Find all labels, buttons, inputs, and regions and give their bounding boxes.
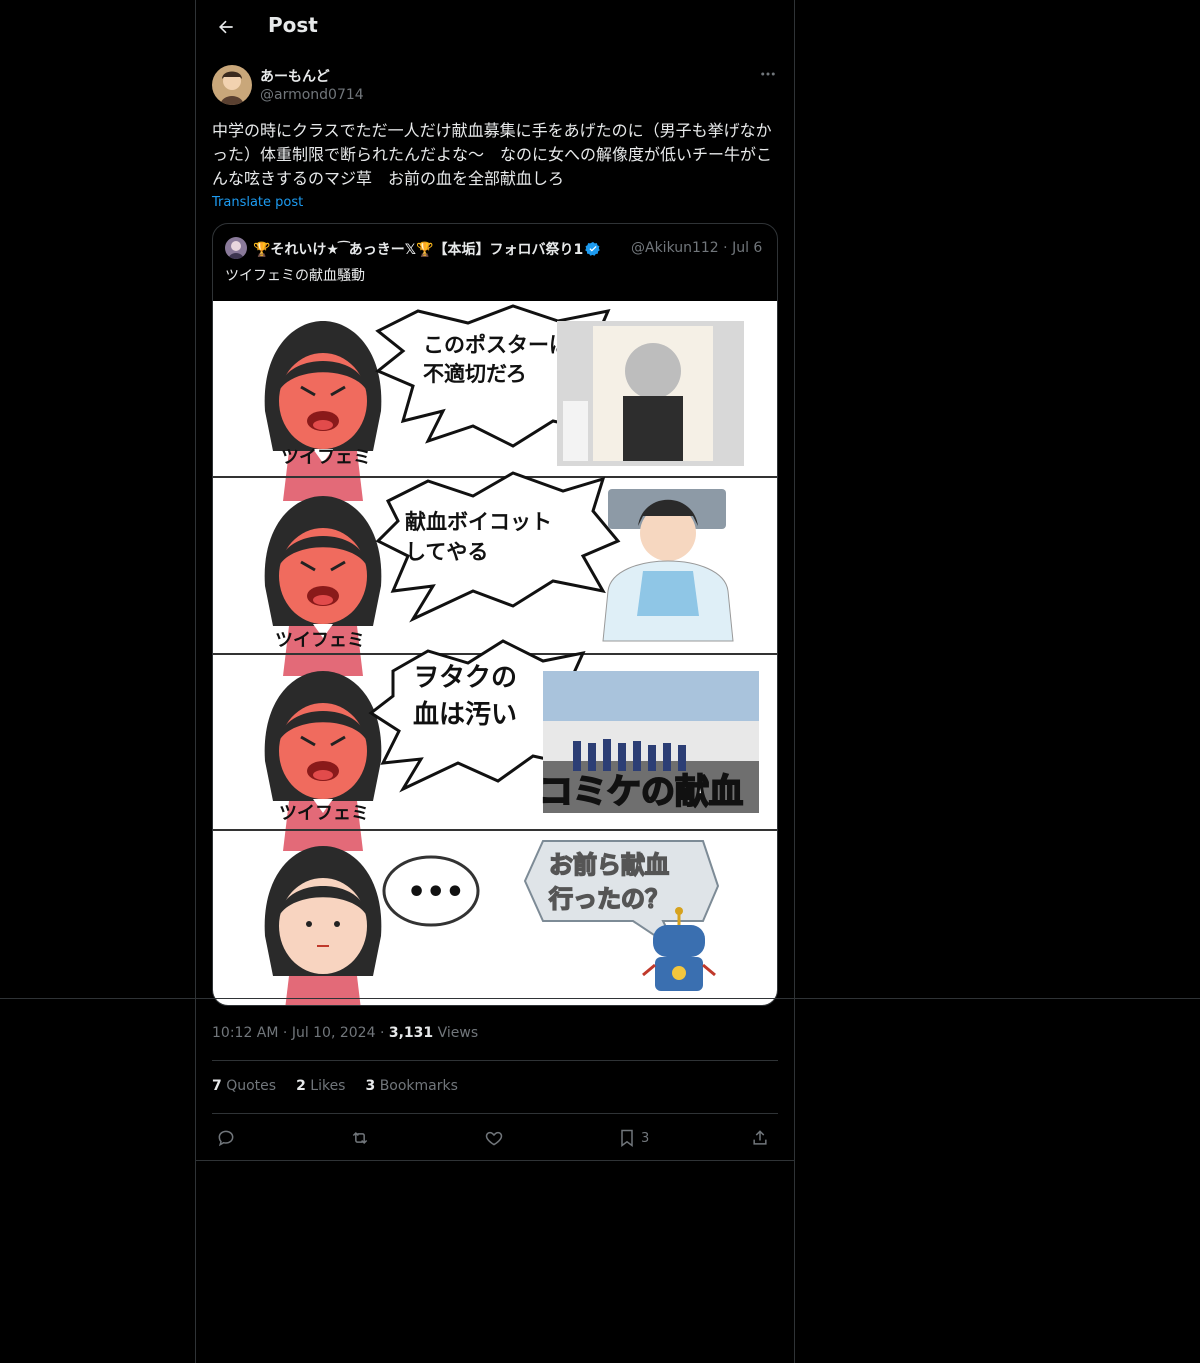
bookmark-count: 3: [641, 1130, 650, 1146]
arrow-left-icon: [219, 20, 233, 34]
views-label: Views: [437, 1025, 479, 1041]
translate-post-link[interactable]: Translate post: [212, 195, 303, 210]
post-text: 中学の時にクラスでただ一人だけ献血募集に手をあげたのに（男子も挙げなかった）体重…: [212, 121, 773, 188]
reply-icon: [218, 1130, 234, 1147]
panel1-bubble-line1: このポスターは: [423, 333, 570, 357]
quoted-author-handle: @Akikun112: [631, 240, 719, 256]
page-header: Post: [196, 0, 794, 54]
panel4-robot-bubble-line2: 行ったの？: [548, 885, 669, 913]
bookmarks-label: Bookmarks: [379, 1078, 458, 1094]
quoted-author-handle-date: @Akikun112 · Jul 6: [631, 240, 763, 256]
quoted-post-date: Jul 6: [732, 240, 763, 256]
divider-bottom: [212, 1113, 778, 1114]
quoted-author-name: 🏆それいけ★ ͡ あっきー𝕏🏆【本垢】フォロバ祭り1: [253, 239, 601, 259]
post-meta: 10:12 AM · Jul 10, 2024 · 3,131 Views: [212, 1025, 479, 1041]
quoted-author-avatar: [225, 237, 247, 259]
viewport-separator-line: [0, 998, 1200, 999]
heart-icon: [485, 1131, 503, 1146]
post-bottom-border: [196, 1160, 794, 1161]
likes-stat[interactable]: 2 Likes: [296, 1078, 345, 1094]
action-bar: 3: [212, 1122, 778, 1154]
bookmark-button[interactable]: 3: [617, 1122, 649, 1154]
panel4-robot-bubble-line1: お前ら献血: [549, 851, 669, 879]
repost-button[interactable]: [350, 1122, 370, 1154]
author-handle[interactable]: @armond0714: [260, 87, 364, 103]
post-time[interactable]: 10:12 AM: [212, 1025, 278, 1041]
panel2-bubble-line1: 献血ボイコット: [405, 510, 552, 534]
engagement-stats: 7 Quotes 2 Likes 3 Bookmarks: [212, 1078, 458, 1094]
quoted-post-image[interactable]: このポスターは 不適切だろ ツイフェミ 献血ボイコット してやる ツイフェミ ヲ…: [213, 301, 777, 1005]
panel2-bubble-line2: してやる: [405, 540, 488, 564]
share-button[interactable]: [750, 1122, 770, 1154]
quotes-stat[interactable]: 7 Quotes: [212, 1078, 276, 1094]
panel3-character-label: ツイフェミ: [279, 803, 369, 824]
post-column: Post あーもんど @armond0714 中学の時にクラスでただ一人だけ献血…: [195, 0, 795, 1363]
comic-illustration: このポスターは 不適切だろ ツイフェミ 献血ボイコット してやる ツイフェミ ヲ…: [213, 304, 777, 1005]
likes-count: 2: [296, 1078, 306, 1094]
bookmark-icon: [621, 1129, 633, 1147]
more-icon: [761, 72, 775, 76]
reply-button[interactable]: [216, 1122, 236, 1154]
panel1-character-label: ツイフェミ: [281, 447, 371, 468]
likes-label: Likes: [310, 1078, 346, 1094]
like-button[interactable]: [484, 1122, 504, 1154]
panel3-photo-caption: コミケの献血: [539, 772, 743, 812]
views-count: 3,131: [388, 1025, 434, 1041]
author-avatar[interactable]: [212, 65, 252, 105]
quotes-count: 7: [212, 1078, 222, 1094]
quoted-author-name-text: 🏆それいけ★ ͡ あっきー𝕏🏆【本垢】フォロバ祭り1: [253, 242, 584, 258]
share-icon: [753, 1130, 767, 1145]
author-name[interactable]: あーもんど: [260, 66, 330, 86]
bookmarks-count: 3: [365, 1078, 376, 1094]
panel4-ellipsis-bubble: •••: [407, 875, 465, 910]
verified-badge-icon: [585, 242, 600, 256]
quoted-post-text: ツイフェミの献血騒動: [225, 268, 365, 284]
quoted-post[interactable]: 🏆それいけ★ ͡ あっきー𝕏🏆【本垢】フォロバ祭り1 @Akikun112 · …: [212, 223, 778, 1006]
panel2-character-label: ツイフェミ: [275, 630, 365, 651]
panel3-bubble-line2: 血は汚い: [413, 700, 517, 730]
divider-top: [212, 1060, 778, 1061]
repost-icon: [352, 1131, 368, 1145]
post-date[interactable]: Jul 10, 2024: [292, 1025, 376, 1041]
panel3-bubble-line1: ヲタクの: [413, 663, 517, 693]
back-button[interactable]: [208, 9, 244, 45]
page-title: Post: [268, 13, 318, 37]
bookmarks-stat[interactable]: 3 Bookmarks: [365, 1078, 457, 1094]
panel1-bubble-line2: 不適切だろ: [423, 362, 527, 386]
more-options-button[interactable]: [756, 62, 780, 86]
quotes-label: Quotes: [226, 1078, 277, 1094]
